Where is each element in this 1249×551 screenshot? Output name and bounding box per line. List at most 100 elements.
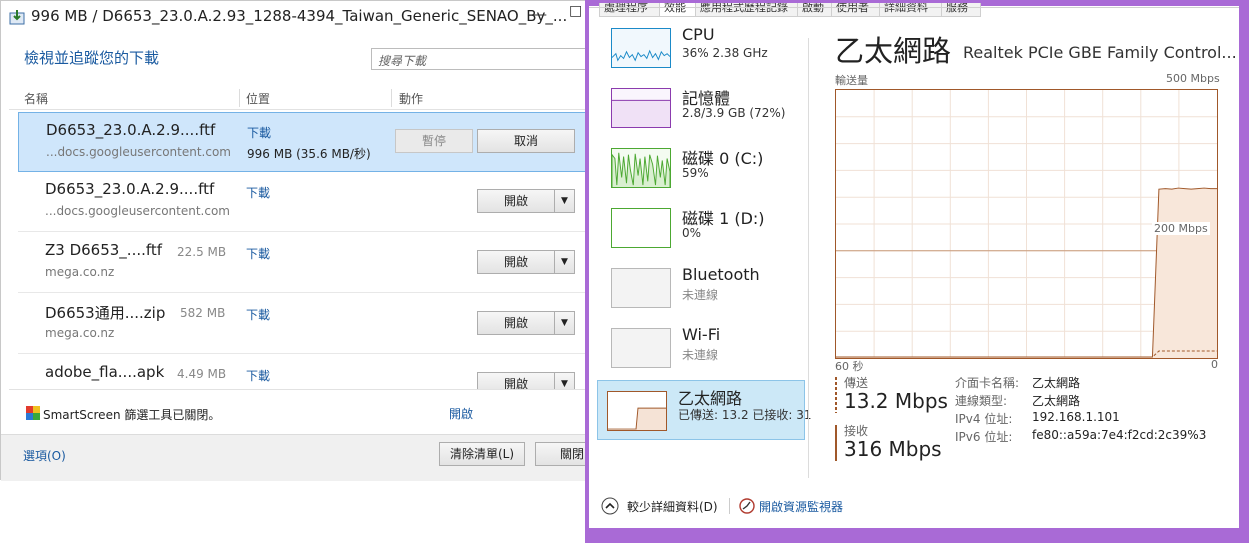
download-item[interactable]: adobe_fla....apk 4.49 MB 下載 開啟 ▼ [18, 355, 598, 389]
download-size: 22.5 MB [177, 245, 227, 259]
footer-divider [729, 498, 730, 514]
tab-services[interactable]: 服務 [941, 3, 981, 17]
maximize-button[interactable]: □ [569, 3, 582, 19]
resource-cpu[interactable]: CPU 36% 2.38 GHz [601, 24, 801, 82]
download-manager-window: 996 MB / D6653_23.0.A.2.93_1288-4394_Tai… [0, 0, 615, 481]
resource-name: Bluetooth [682, 265, 760, 284]
download-item[interactable]: D6653_23.0.A.2.9....ftf ...docs.googleus… [18, 112, 598, 172]
download-source: mega.co.nz [45, 265, 115, 279]
tab-users[interactable]: 使用者 [831, 3, 883, 17]
download-item[interactable]: Z3 D6653_....ftf 22.5 MB mega.co.nz 下載 開… [18, 233, 598, 293]
download-location-link[interactable]: 下載 [247, 124, 271, 141]
column-header-name[interactable]: 名稱 [24, 90, 48, 107]
smartscreen-bar: SmartScreen 篩選工具已關閉。 開啟 [9, 389, 599, 434]
task-manager-window: 處理程序 效能 應用程式歷程記錄 啟動 使用者 詳細資料 服務 CPU 36% … [585, 0, 1249, 543]
detail-title: 乙太網路 [835, 34, 952, 68]
download-icon [9, 10, 25, 25]
download-progress: 996 MB (35.6 MB/秒) [247, 147, 371, 161]
resource-disk-c[interactable]: 磁碟 0 (C:) 59% [601, 144, 801, 202]
download-file-name: Z3 D6653_....ftf [45, 241, 163, 259]
cancel-button[interactable]: 取消 [477, 129, 575, 153]
receive-value: 316 Mbps [844, 437, 942, 461]
download-source: ...docs.googleusercontent.com [46, 145, 231, 159]
minimize-button[interactable]: — [533, 7, 547, 23]
open-dropdown-arrow[interactable]: ▼ [555, 311, 575, 335]
open-dropdown-arrow[interactable]: ▼ [555, 372, 575, 389]
y-axis-max-label: 500 Mbps [1166, 72, 1220, 85]
resource-subtitle: 未連線 [682, 348, 719, 362]
download-item[interactable]: D6653通用....zip 582 MB mega.co.nz 下載 開啟 ▼ [18, 294, 598, 354]
tab-details[interactable]: 詳細資料 [879, 3, 945, 17]
resource-name: Wi-Fi [682, 325, 721, 344]
download-file-name: D6653通用....zip [45, 304, 166, 322]
resource-subtitle: 0% [682, 226, 702, 240]
search-input[interactable]: 搜尋下載 [371, 48, 601, 70]
column-header-location[interactable]: 位置 [246, 90, 270, 107]
info-value: 乙太網路 [1032, 376, 1081, 390]
wifi-thumbnail-graph [611, 328, 671, 368]
task-manager-body: 處理程序 效能 應用程式歷程記錄 啟動 使用者 詳細資料 服務 CPU 36% … [589, 3, 1239, 528]
column-divider [391, 89, 392, 107]
open-button[interactable]: 開啟 [477, 189, 555, 213]
column-header-action[interactable]: 動作 [399, 90, 423, 107]
clear-list-button[interactable]: 清除清單(L) [439, 442, 525, 466]
bluetooth-thumbnail-graph [611, 268, 671, 308]
open-button[interactable]: 開啟 [477, 311, 555, 335]
download-file-name: D6653_23.0.A.2.9....ftf [46, 121, 216, 139]
open-dropdown-arrow[interactable]: ▼ [555, 189, 575, 213]
send-legend-marker [835, 377, 837, 413]
tab-processes[interactable]: 處理程序 [599, 3, 663, 17]
download-size: 582 MB [180, 306, 226, 320]
resource-bluetooth[interactable]: Bluetooth 未連線 [601, 264, 801, 322]
header-divider [9, 109, 599, 110]
download-location-link[interactable]: 下載 [246, 367, 270, 384]
info-value: fe80::a59a:7e4:f2cd:2c39%3 [1032, 428, 1207, 442]
shield-icon [26, 406, 40, 420]
download-location-link[interactable]: 下載 [246, 245, 270, 262]
download-location-link[interactable]: 下載 [246, 306, 270, 323]
x-axis-left-label: 60 秒 [835, 360, 864, 373]
resource-disk-d[interactable]: 磁碟 1 (D:) 0% [601, 204, 801, 262]
window-title: 996 MB / D6653_23.0.A.2.93_1288-4394_Tai… [31, 7, 568, 25]
disk-thumbnail-graph [611, 148, 671, 188]
download-item[interactable]: D6653_23.0.A.2.9....ftf ...docs.googleus… [18, 172, 598, 232]
resource-name: CPU [682, 25, 715, 44]
resource-subtitle: 2.8/3.9 GB (72%) [682, 106, 786, 120]
download-source: ...docs.googleusercontent.com [45, 204, 230, 218]
open-resource-monitor-link[interactable]: 開啟資源監視器 [759, 498, 843, 515]
download-file-name: D6653_23.0.A.2.9....ftf [45, 180, 215, 198]
resource-monitor-icon[interactable] [739, 498, 755, 514]
pause-button[interactable]: 暫停 [395, 129, 473, 153]
y-axis-mid-label: 200 Mbps [1152, 222, 1210, 235]
download-location-link[interactable]: 下載 [246, 184, 270, 201]
tab-performance[interactable]: 效能 [659, 3, 697, 17]
info-key: 介面卡名稱: [955, 376, 1020, 390]
resource-wifi[interactable]: Wi-Fi 未連線 [601, 324, 801, 382]
resource-subtitle: 未連線 [682, 288, 719, 302]
open-button[interactable]: 開啟 [477, 250, 555, 274]
options-link[interactable]: 選項(O) [23, 447, 66, 464]
send-value: 13.2 Mbps [844, 389, 948, 413]
open-dropdown-arrow[interactable]: ▼ [555, 250, 575, 274]
fewer-details-link[interactable]: 較少詳細資料(D) [627, 498, 718, 515]
disk-thumbnail-graph [611, 208, 671, 248]
tab-startup[interactable]: 啟動 [797, 3, 835, 17]
resource-subtitle: 已傳送: 13.2 已接收: 31 [678, 408, 812, 422]
tab-strip-divider [589, 7, 1239, 8]
resource-subtitle: 59% [682, 166, 709, 180]
memory-thumbnail-graph [611, 88, 671, 128]
tab-app-history[interactable]: 應用程式歷程記錄 [695, 3, 801, 17]
title-bar: 996 MB / D6653_23.0.A.2.93_1288-4394_Tai… [1, 1, 601, 33]
smartscreen-turn-on-link[interactable]: 開啟 [449, 405, 473, 422]
info-key: 連線類型: [955, 394, 1008, 408]
ethernet-thumbnail-graph [607, 391, 667, 431]
resource-subtitle: 36% 2.38 GHz [682, 46, 768, 60]
open-button[interactable]: 開啟 [477, 372, 555, 389]
resource-memory[interactable]: 記憶體 2.8/3.9 GB (72%) [601, 84, 801, 142]
adapter-name: Realtek PCIe GBE Family Control... [963, 43, 1237, 62]
chevron-up-icon[interactable] [601, 497, 619, 515]
footer-bar: 選項(O) 清除清單(L) 關閉 [1, 434, 615, 481]
resource-ethernet[interactable]: 乙太網路 已傳送: 13.2 已接收: 31 [597, 380, 812, 440]
info-key: IPv6 位址: [955, 430, 1013, 444]
receive-legend-marker [835, 425, 837, 461]
